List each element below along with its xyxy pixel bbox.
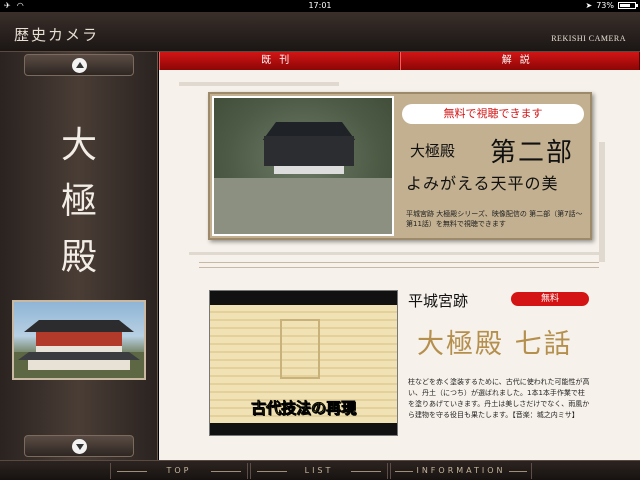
deco-line [257,471,287,472]
arrow-up-icon [76,62,84,68]
sidebar-title-char: 大 [60,125,97,166]
tab-published[interactable]: 既刊 [159,52,400,70]
deco-line [351,471,381,472]
brush-stroke [179,82,339,86]
status-right: ➤ 73% [585,1,638,10]
card-name: 大極殿 [410,142,456,160]
episode-place: 平城宮跡 [408,292,469,310]
nav-information[interactable]: INFORMATION [390,463,532,479]
bottom-nav: TOP LIST INFORMATION [0,460,640,480]
episode-description: 柱などを赤く塗装するために、古代に使われた可能性が高い、丹土（につち）が選ばれま… [408,378,590,419]
temple-image [14,320,144,378]
seal-frame [280,319,320,379]
nav-top-label: TOP [166,466,192,475]
nav-list[interactable]: LIST [250,463,388,479]
episode-thumbnail[interactable]: 古代技法の再現 [209,290,398,436]
deco-line [509,471,527,472]
nav-list-label: LIST [304,466,334,475]
nav-top[interactable]: TOP [110,463,248,479]
brand-label: REKISHI CAMERA [551,34,626,43]
sidebar-title: 大 極 殿 [0,118,158,286]
scroll-up-button[interactable] [24,54,134,76]
courtyard [214,178,392,234]
temple-thumbnail[interactable] [12,300,146,380]
battery-icon [618,2,638,9]
status-time: 17:01 [308,1,332,10]
arrow-down-icon [76,444,84,450]
app-title: 歴史カメラ [14,26,100,44]
deco-line [117,471,147,472]
status-bar: ✈ ◠ 17:01 ➤ 73% [0,0,640,12]
sidebar: 大 極 殿 [0,52,158,460]
battery-fill [620,4,631,7]
deco-line [395,471,413,472]
episode-caption: 古代技法の再現 [250,399,357,418]
free-viewing-badge: 無料で視聴できます [402,104,584,124]
aerial-hall-image [212,96,394,236]
main-content: 既刊 解説 無料で視聴できます 大極殿 第二部 よみがえる天平の美 平城宮跡 大… [159,52,640,460]
tab-bar: 既刊 解説 [159,52,640,70]
section-divider [199,262,599,268]
deco-line [211,471,241,472]
card-description: 平城宮跡 大極殿シリーズ、映像配信の 第二部（第7話〜第11話）を無料で視聴でき… [406,210,583,228]
scroll-down-button[interactable] [24,435,134,457]
tab-explanation[interactable]: 解説 [399,52,640,70]
hall-steps [274,166,344,174]
sidebar-title-char: 殿 [60,237,97,278]
nav-information-label: INFORMATION [416,466,506,475]
card-part: 第二部 [490,138,575,168]
card-subtitle: よみがえる天平の美 [406,174,559,193]
feature-card[interactable]: 無料で視聴できます 大極殿 第二部 よみがえる天平の美 平城宮跡 大極殿シリーズ… [208,92,592,240]
brush-stroke [189,252,599,255]
sidebar-title-char: 極 [60,181,97,222]
battery-percent: 73% [596,1,614,10]
hall-body [264,136,354,166]
brush-stroke [599,142,605,262]
app-header: 歴史カメラ REKISHI CAMERA [0,12,640,52]
episode-title[interactable]: 大極殿 七話 [417,322,573,361]
location-icon: ➤ [585,1,593,10]
free-badge: 無料 [511,292,589,306]
